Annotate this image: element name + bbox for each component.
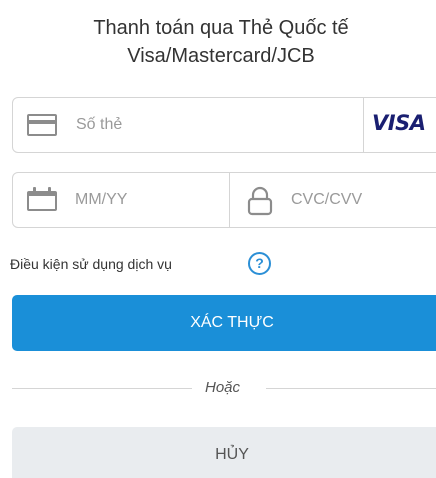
card-brand-box: VISA (363, 98, 436, 152)
lock-icon (247, 186, 273, 216)
expiry-field[interactable]: MM/YY (12, 172, 230, 228)
page-title-line1: Thanh toán qua Thẻ Quốc tế (93, 17, 349, 39)
divider-line-right (266, 388, 436, 389)
question-circle-icon[interactable]: ? (248, 252, 271, 275)
payment-form: Thanh toán qua Thẻ Quốc tế Visa/Masterca… (0, 0, 436, 478)
calendar-icon (27, 187, 57, 211)
cvc-placeholder: CVC/CVV (291, 191, 363, 208)
card-number-placeholder: Số thẻ (76, 116, 123, 133)
visa-logo: VISA (372, 111, 426, 135)
cancel-button[interactable]: HỦY (12, 427, 436, 478)
cvc-field[interactable]: CVC/CVV (229, 172, 436, 228)
card-number-field[interactable]: Số thẻ VISA (12, 97, 436, 153)
terms-link[interactable]: Điều kiện sử dụng dịch vụ (10, 254, 172, 274)
expiry-placeholder: MM/YY (75, 191, 128, 208)
verify-button[interactable]: XÁC THỰC (12, 295, 436, 351)
page-title-line2: Visa/Mastercard/JCB (127, 45, 315, 67)
credit-card-icon (27, 114, 57, 136)
divider-text: Hoặc (205, 379, 241, 396)
divider-line-left (12, 388, 192, 389)
page-title: Thanh toán qua Thẻ Quốc tế Visa/Masterca… (0, 14, 436, 70)
